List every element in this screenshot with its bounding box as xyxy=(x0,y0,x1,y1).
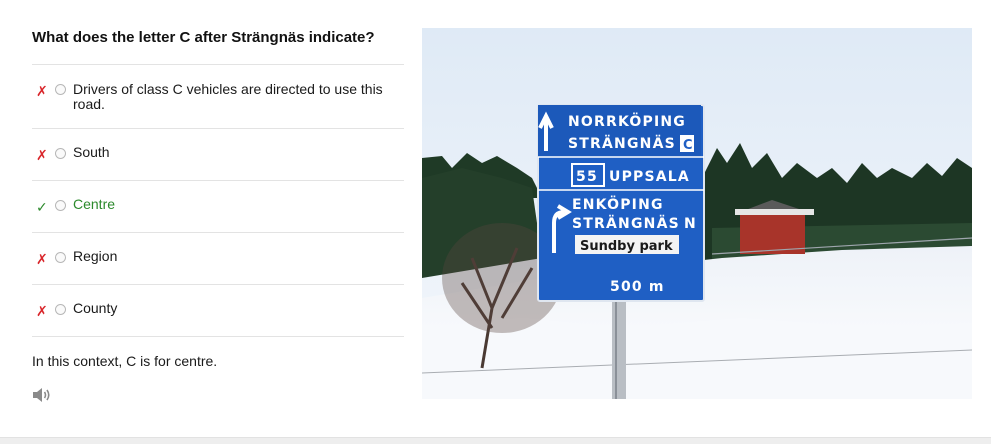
answer-options: ✗ Drivers of class C vehicles are direct… xyxy=(32,64,404,337)
answer-option-5[interactable]: ✗ County xyxy=(32,285,404,337)
radio-button[interactable] xyxy=(55,304,66,315)
radio-button[interactable] xyxy=(55,252,66,263)
sign-distance: 500 m xyxy=(610,279,665,295)
sign-centre-letter: C xyxy=(683,138,693,153)
answer-option-3[interactable]: ✓ Centre xyxy=(32,181,404,233)
road-sign: NORRKÖPING STRÄNGNÄS C 55 UPPSALA ENKÖPI… xyxy=(537,104,705,302)
answer-label: Centre xyxy=(73,196,116,212)
answer-label: South xyxy=(73,144,110,160)
sign-destination: UPPSALA xyxy=(609,169,690,185)
route-number: 55 xyxy=(576,169,598,185)
correct-checkmark-icon: ✓ xyxy=(36,199,48,215)
incorrect-mark-icon: ✗ xyxy=(36,147,48,163)
radio-button[interactable] xyxy=(55,148,66,159)
local-destination: Sundby park xyxy=(580,239,673,254)
explanation-text: In this context, C is for centre. xyxy=(32,353,218,369)
incorrect-mark-icon: ✗ xyxy=(36,303,48,319)
bottom-bar xyxy=(0,437,991,444)
sign-suffix: N xyxy=(684,216,697,232)
answer-label: County xyxy=(73,300,118,316)
radio-button[interactable] xyxy=(55,84,66,95)
answer-option-4[interactable]: ✗ Region xyxy=(32,233,404,285)
sign-destination: ENKÖPING xyxy=(572,195,664,213)
answer-option-1[interactable]: ✗ Drivers of class C vehicles are direct… xyxy=(32,65,404,129)
incorrect-mark-icon: ✗ xyxy=(36,83,48,99)
answer-label: Drivers of class C vehicles are directed… xyxy=(73,81,383,112)
incorrect-mark-icon: ✗ xyxy=(36,251,48,267)
question-text: What does the letter C after Strängnäs i… xyxy=(32,29,375,46)
speaker-icon[interactable] xyxy=(32,386,52,404)
answer-label: Region xyxy=(73,248,118,264)
sign-destination: STRÄNGNÄS xyxy=(568,135,676,152)
road-sign-photo: NORRKÖPING STRÄNGNÄS C 55 UPPSALA ENKÖPI… xyxy=(422,28,972,399)
radio-button[interactable] xyxy=(55,200,66,211)
sign-destination: STRÄNGNÄS xyxy=(572,215,680,232)
answer-option-2[interactable]: ✗ South xyxy=(32,129,404,181)
sign-destination: NORRKÖPING xyxy=(568,112,686,130)
